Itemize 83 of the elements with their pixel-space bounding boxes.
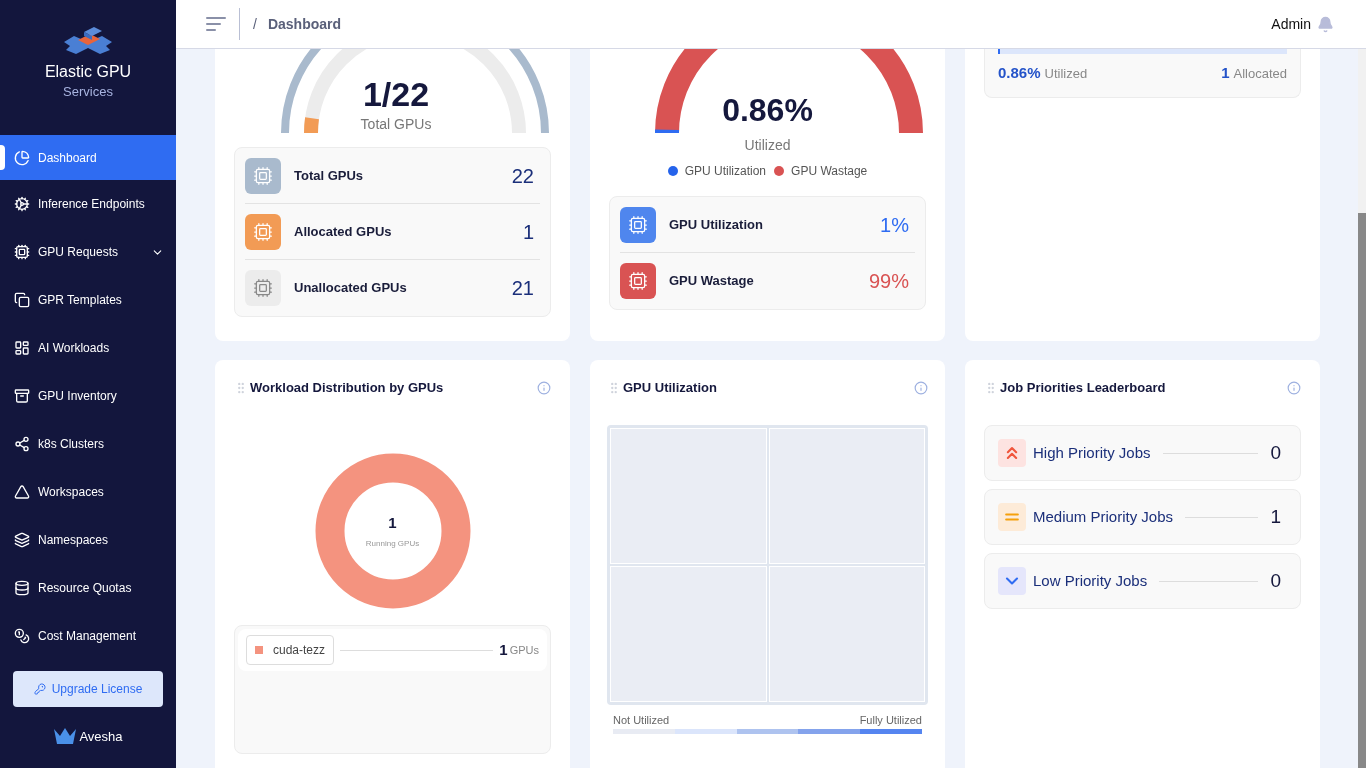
bell-icon[interactable] — [1317, 15, 1334, 33]
equals-icon — [998, 503, 1026, 531]
stat-value: 1 — [522, 219, 534, 245]
priority-count: 0 — [1270, 440, 1281, 465]
allocated-value: 1 — [1221, 63, 1230, 83]
sidebar-item[interactable]: Resource Quotas — [0, 564, 176, 612]
donut-caption: Running GPUs — [365, 538, 420, 551]
utilized-label: Utilized — [1044, 65, 1088, 83]
crown-logo-icon — [53, 727, 78, 746]
workload-value: 1 — [499, 639, 508, 660]
brand-subtitle: Services — [63, 84, 113, 101]
coins-icon — [14, 628, 30, 644]
gauge-caption: Utilized — [744, 138, 791, 152]
stat-label: Unallocated GPUs — [294, 279, 407, 298]
double-chevron-up-icon — [998, 439, 1026, 467]
stat-value: 22 — [511, 163, 534, 189]
active-indicator — [0, 145, 5, 170]
workload-name: cuda-tezz — [273, 642, 326, 659]
gauge-value: 1/22 — [362, 77, 430, 111]
allocated-label: Allocated — [1233, 65, 1287, 83]
grid-icon — [14, 340, 30, 356]
chip-icon — [14, 244, 30, 260]
sidebar-item[interactable]: Dashboard — [0, 135, 176, 180]
key-icon — [33, 682, 46, 695]
priority-count: 0 — [1270, 568, 1281, 593]
menu-icon[interactable] — [206, 17, 227, 31]
chip-icon — [253, 165, 273, 186]
breadcrumb[interactable]: Dashboard — [267, 13, 341, 35]
sidebar-item[interactable]: Inference Endpoints — [0, 180, 176, 228]
sidebar-item[interactable]: GPU Inventory — [0, 372, 176, 420]
sidebar-item[interactable]: AI Workloads — [0, 324, 176, 372]
legend-label: GPU Utilization — [684, 163, 767, 180]
chip-icon — [253, 221, 273, 242]
sidebar-item[interactable]: Namespaces — [0, 516, 176, 564]
stat-label: GPU Utilization — [669, 215, 763, 234]
layers-icon — [14, 532, 30, 548]
sidebar-item[interactable]: k8s Clusters — [0, 420, 176, 468]
legend-label: GPU Wastage — [791, 163, 868, 180]
info-icon[interactable] — [537, 381, 551, 395]
stat-value: 99% — [868, 269, 909, 294]
utilized-value: 0.86% — [998, 63, 1041, 83]
info-icon[interactable] — [1287, 381, 1301, 395]
chip-icon — [628, 214, 648, 235]
brand-title: Elastic GPU — [44, 62, 132, 82]
gauge-caption: Total GPUs — [360, 117, 432, 131]
legend-max-label: Fully Utilized — [859, 713, 922, 728]
workload-unit: GPUs — [509, 642, 539, 658]
stat-label: GPU Wastage — [669, 272, 754, 291]
stat-label: Allocated GPUs — [294, 222, 392, 241]
info-icon[interactable] — [914, 381, 928, 395]
database-icon — [14, 580, 30, 596]
priority-label: Low Priority Jobs — [1033, 570, 1148, 591]
sidebar-item[interactable]: GPU Requests — [0, 228, 176, 276]
triangle-icon — [14, 484, 30, 500]
footer-logo: Avesha — [79, 727, 123, 746]
sidebar-item[interactable]: GPR Templates — [0, 276, 176, 324]
copy-icon — [14, 292, 30, 308]
card-title: Workload Distribution by GPUs — [250, 379, 444, 398]
donut-total: 1 — [388, 512, 397, 533]
priority-label: Medium Priority Jobs — [1033, 506, 1174, 527]
scrollbar-thumb[interactable] — [1358, 213, 1366, 768]
chevron-down-icon — [998, 567, 1026, 595]
pie-chart-icon — [14, 149, 30, 166]
card-title: GPU Utilization — [623, 379, 717, 398]
upgrade-license-button[interactable]: Upgrade License — [13, 670, 163, 707]
workload-tag[interactable]: cuda-tezz — [246, 635, 335, 665]
nodes-icon — [14, 436, 30, 452]
stat-value: 1% — [880, 212, 909, 238]
breadcrumb-separator: / — [253, 14, 257, 34]
sidebar-item[interactable]: Workspaces — [0, 468, 176, 516]
archive-icon — [14, 388, 30, 404]
user-name[interactable]: Admin — [1271, 13, 1311, 35]
sidebar-item[interactable]: Cost Management — [0, 612, 176, 660]
stat-value: 21 — [511, 276, 534, 301]
gear-icon — [14, 196, 30, 212]
stat-label: Total GPUs — [294, 166, 364, 185]
gauge-value: 0.86% — [722, 94, 813, 126]
card-title: Job Priorities Leaderboard — [1000, 379, 1166, 398]
chip-icon — [628, 271, 648, 291]
priority-label: High Priority Jobs — [1033, 442, 1151, 463]
legend-min-label: Not Utilized — [613, 713, 670, 728]
priority-count: 1 — [1270, 504, 1281, 529]
chip-icon — [253, 278, 273, 298]
